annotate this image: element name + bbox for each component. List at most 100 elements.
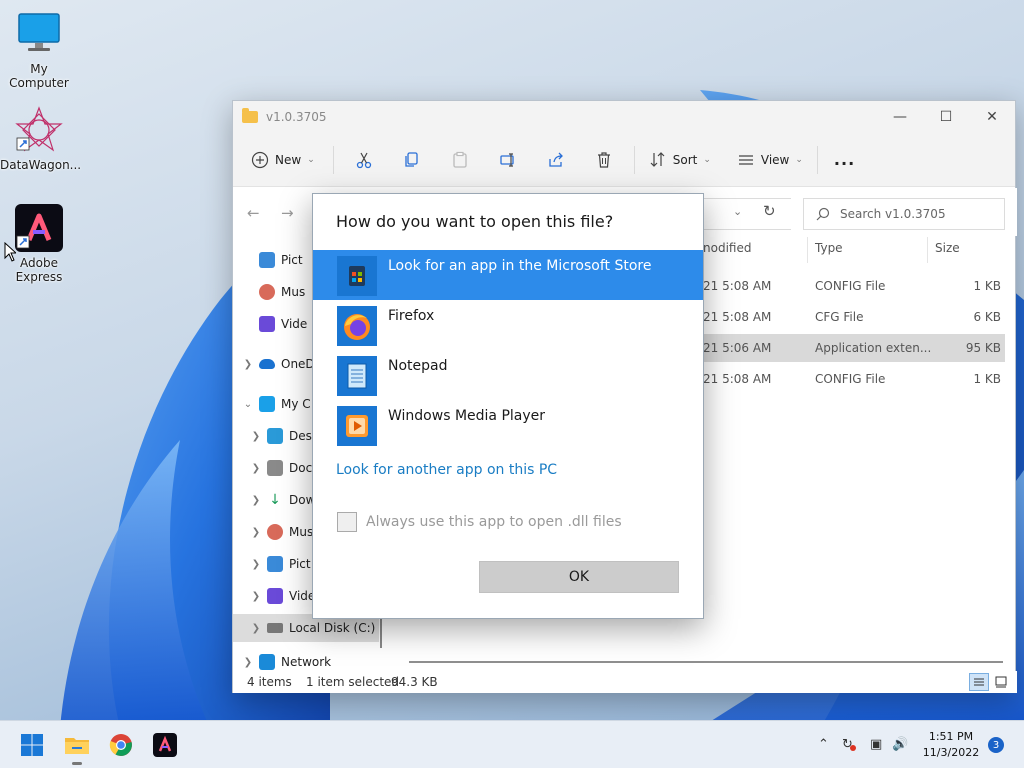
pictures-icon (259, 252, 275, 268)
sidebar-item-my-computer[interactable]: ⌄ My C (241, 390, 311, 418)
app-name: Windows Media Player (388, 408, 546, 424)
file-row[interactable]: 21 5:08 AM CONFIG File 1 KB (703, 365, 1005, 393)
drive-icon (267, 623, 283, 633)
chevron-right-icon: ❯ (251, 622, 261, 634)
refresh-icon[interactable]: ↻ (763, 202, 776, 220)
desktop-icon-datawagon[interactable]: DataWagon... (0, 106, 81, 172)
app-name: Notepad (388, 358, 448, 374)
address-bar[interactable] (703, 198, 791, 230)
file-row[interactable]: 21 5:08 AM CFG File 6 KB (703, 303, 1005, 331)
app-option-notepad[interactable]: Notepad (313, 350, 703, 400)
notification-badge[interactable]: 3 (988, 737, 1004, 753)
sidebar-item-music-2[interactable]: ❯ Mus (249, 518, 313, 546)
network-icon[interactable]: ▣ (870, 737, 882, 752)
store-icon (337, 256, 377, 296)
folder-icon (242, 108, 258, 123)
search-icon (816, 207, 830, 221)
forward-arrow-icon[interactable]: → (281, 204, 294, 222)
column-header-size[interactable]: Size (935, 241, 960, 255)
sidebar-scrollbar[interactable] (380, 618, 382, 648)
sidebar-item-label: Pict (289, 557, 311, 571)
file-date: 21 5:06 AM (703, 341, 772, 355)
sidebar-item-desktop[interactable]: ❯ Desl (249, 422, 315, 450)
documents-icon (267, 460, 283, 476)
ok-button[interactable]: OK (479, 561, 679, 593)
search-box[interactable]: Search v1.0.3705 (803, 198, 1005, 230)
volume-icon[interactable]: 🔊 (892, 737, 908, 752)
sidebar-item-network[interactable]: ❯ Network (241, 654, 331, 670)
column-header-type[interactable]: Type (815, 241, 843, 255)
look-for-another-app-link[interactable]: Look for another app on this PC (336, 462, 557, 478)
more-options-button[interactable]: ... (834, 144, 855, 176)
datawagon-logo-icon (15, 106, 63, 154)
chevron-right-icon: ❯ (243, 656, 253, 668)
maximize-button[interactable]: ☐ (923, 101, 969, 133)
cloud-icon (259, 359, 275, 369)
sidebar-item-pictures-2[interactable]: ❯ Pict (249, 550, 311, 578)
close-button[interactable]: ✕ (969, 101, 1015, 133)
status-bar: 4 items 1 item selected 94.3 KB (233, 671, 1017, 693)
desktop-icon-my-computer[interactable]: My Computer (0, 10, 78, 90)
title-bar[interactable]: v1.0.3705 — ☐ ✕ (233, 101, 1015, 133)
back-arrow-icon[interactable]: ← (247, 204, 260, 222)
app-option-firefox[interactable]: Firefox (313, 300, 703, 350)
rename-button[interactable] (484, 144, 532, 176)
details-view-button[interactable] (969, 673, 989, 691)
sort-button[interactable]: Sort ⌄ (649, 144, 711, 176)
share-button[interactable] (532, 144, 580, 176)
taskbar: ⌃ ↻ ▣ 🔊 1:51 PM 11/3/2022 3 (0, 720, 1024, 768)
paste-button[interactable] (436, 144, 484, 176)
copy-button[interactable] (388, 144, 436, 176)
sync-icon[interactable]: ↻ (842, 737, 856, 752)
horizontal-scrollbar[interactable] (409, 661, 1003, 663)
chevron-right-icon: ❯ (251, 526, 261, 538)
download-arrow-icon: ↓ (269, 492, 281, 508)
view-button[interactable]: View ⌄ (737, 144, 803, 176)
sidebar-item-pictures[interactable]: Pict (255, 246, 303, 274)
search-placeholder: Search v1.0.3705 (840, 207, 946, 221)
app-option-microsoft-store[interactable]: Look for an app in the Microsoft Store (313, 250, 703, 300)
clock[interactable]: 1:51 PM 11/3/2022 (916, 729, 986, 761)
start-button[interactable] (16, 729, 48, 761)
music-icon (259, 284, 275, 300)
sidebar-item-videos-2[interactable]: ❯ Vide (249, 582, 315, 610)
monitor-icon (259, 396, 275, 412)
sidebar-item-label: My C (281, 397, 311, 411)
sidebar-item-label: Pict (281, 253, 303, 267)
file-row-selected[interactable]: 21 5:06 AM Application exten... 95 KB (703, 334, 1005, 362)
view-label: View (760, 152, 790, 167)
chevron-down-icon: ⌄ (243, 398, 253, 410)
sidebar-item-onedrive[interactable]: ❯ OneD (241, 350, 315, 378)
sidebar-item-videos[interactable]: Vide (255, 310, 307, 338)
sidebar-item-music[interactable]: Mus (255, 278, 305, 306)
tiles-view-icon (995, 676, 1007, 688)
sidebar-item-documents[interactable]: ❯ Doc (249, 454, 312, 482)
new-button[interactable]: New ⌄ (251, 144, 315, 176)
app-option-windows-media-player[interactable]: Windows Media Player (313, 400, 703, 450)
show-hidden-icons-chevron-icon[interactable]: ⌃ (818, 737, 829, 752)
cut-button[interactable] (340, 144, 388, 176)
file-type: CONFIG File (815, 279, 886, 293)
taskbar-chrome[interactable] (105, 729, 137, 761)
details-view-icon (974, 678, 984, 686)
sidebar-item-downloads[interactable]: ❯ ↓ Dow (249, 486, 316, 514)
tiles-view-button[interactable] (991, 673, 1011, 691)
address-dropdown-icon[interactable]: ⌄ (733, 205, 742, 218)
app-name: Look for an app in the Microsoft Store (388, 258, 652, 274)
chevron-right-icon: ❯ (243, 358, 253, 370)
always-use-checkbox[interactable] (337, 512, 357, 532)
delete-button[interactable] (580, 144, 628, 176)
taskbar-file-explorer[interactable] (61, 729, 93, 765)
file-date: 21 5:08 AM (703, 372, 772, 386)
file-row[interactable]: 21 5:08 AM CONFIG File 1 KB (703, 272, 1005, 300)
file-size: 6 KB (973, 310, 1001, 324)
view-list-icon (738, 154, 753, 165)
column-header-date-modified[interactable]: nodified (703, 241, 751, 255)
taskbar-adobe-express[interactable] (149, 729, 181, 761)
new-label: New (275, 152, 302, 167)
sidebar-item-label: Local Disk (C:) (289, 621, 376, 635)
adobe-express-icon (15, 204, 63, 252)
minimize-button[interactable]: — (877, 101, 923, 133)
sort-label: Sort (672, 152, 698, 167)
chevron-right-icon: ❯ (251, 494, 261, 506)
